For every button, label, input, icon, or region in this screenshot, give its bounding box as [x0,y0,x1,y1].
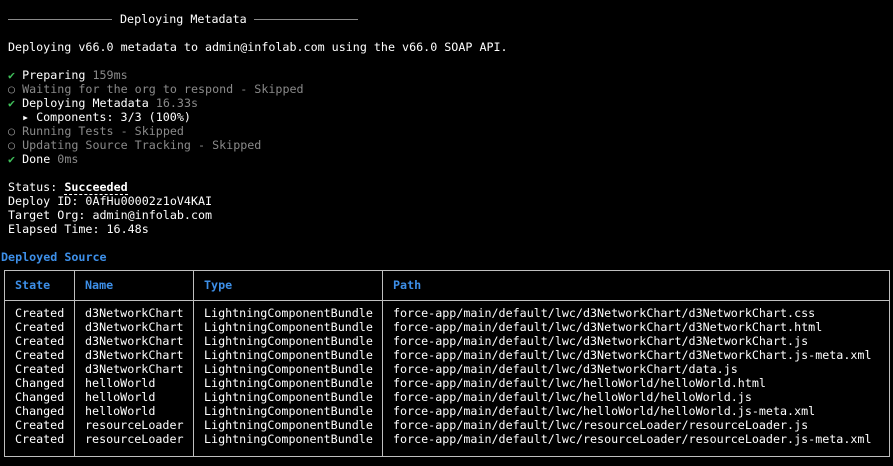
section-title: Deployed Source [1,250,107,264]
header-title: Deploying Metadata [120,12,247,26]
triangle-right-icon: ▸ [22,110,30,124]
column-header-type: Type [204,278,233,292]
header-divider [4,300,890,301]
cell-path: force-app/main/default/lwc/helloWorld/he… [393,390,752,404]
cell-name: d3NetworkChart [85,348,184,362]
circle-icon: ○ [8,124,16,138]
stage-line: ○ Running Tests - Skipped [8,124,184,138]
cell-state: Changed [15,390,65,404]
cell-name: d3NetworkChart [85,334,184,348]
target-org: Target Org: admin@infolab.com [8,208,213,222]
check-icon: ✔ [8,68,16,82]
stage-label: Updating Source Tracking - Skipped [22,138,262,152]
deploy-id: Deploy ID: 0AfHu00002z1oV4KAI [8,194,213,208]
circle-icon: ○ [8,138,16,152]
cell-state: Created [15,334,65,348]
cell-path: force-app/main/default/lwc/d3NetworkChar… [393,362,738,376]
cell-name: helloWorld [85,404,156,418]
cell-state: Changed [15,376,65,390]
stage-label: Done [22,152,51,166]
cell-state: Created [15,348,65,362]
status-label: Status: [8,180,58,194]
cell-type: LightningComponentBundle [204,306,373,320]
cell-path: force-app/main/default/lwc/resourceLoade… [393,432,872,446]
cell-type: LightningComponentBundle [204,320,373,334]
cell-state: Created [15,432,65,446]
elapsed-time: Elapsed Time: 16.48s [8,222,149,236]
stage-duration: 0ms [57,152,79,166]
cell-type: LightningComponentBundle [204,432,373,446]
stage-line: ✔ Preparing 159ms [8,68,128,82]
stage-line: ○ Waiting for the org to respond - Skipp… [8,82,304,96]
cell-type: LightningComponentBundle [204,348,373,362]
cell-type: LightningComponentBundle [204,362,373,376]
stage-label: Preparing [22,68,86,82]
stage-label: Waiting for the org to respond - Skipped [22,82,304,96]
stage-label: Running Tests - Skipped [22,124,184,138]
stage-line: ✔ Done 0ms [8,152,78,166]
cell-path: force-app/main/default/lwc/helloWorld/he… [393,404,816,418]
column-header-state: State [15,278,51,292]
cell-state: Created [15,306,65,320]
cell-name: d3NetworkChart [85,320,184,334]
stage-label: Components: 3/3 (100%) [36,110,191,124]
cell-path: force-app/main/default/lwc/d3NetworkChar… [393,334,809,348]
cell-name: resourceLoader [85,418,184,432]
stage-line: ✔ Deploying Metadata 16.33s [8,96,198,110]
cell-state: Created [15,362,65,376]
cell-path: force-app/main/default/lwc/d3NetworkChar… [393,306,816,320]
stage-label: Deploying Metadata [22,96,149,110]
cell-name: d3NetworkChart [85,306,184,320]
check-icon: ✔ [8,96,16,110]
header-rule-left [8,19,112,20]
cell-path: force-app/main/default/lwc/d3NetworkChar… [393,320,823,334]
cell-path: force-app/main/default/lwc/helloWorld/he… [393,376,766,390]
cell-name: d3NetworkChart [85,362,184,376]
check-icon: ✔ [8,152,16,166]
cell-type: LightningComponentBundle [204,390,373,404]
header-rule-right [254,19,358,20]
stage-line: ○ Updating Source Tracking - Skipped [8,138,261,152]
status-line: Status: Succeeded [8,180,128,195]
cell-path: force-app/main/default/lwc/d3NetworkChar… [393,348,872,362]
cell-state: Changed [15,404,65,418]
column-divider [193,270,194,457]
stage-duration: 159ms [92,68,128,82]
cell-type: LightningComponentBundle [204,418,373,432]
cell-type: LightningComponentBundle [204,334,373,348]
stage-line: ▸ Components: 3/3 (100%) [22,110,191,124]
cell-name: resourceLoader [85,432,184,446]
cell-state: Created [15,418,65,432]
cell-type: LightningComponentBundle [204,376,373,390]
status-value: Succeeded [64,180,128,195]
stage-duration: 16.33s [155,96,199,110]
cell-path: force-app/main/default/lwc/resourceLoade… [393,418,809,432]
column-divider [74,270,75,457]
cell-name: helloWorld [85,376,156,390]
deploy-intro: Deploying v66.0 metadata to admin@infola… [8,40,508,54]
column-header-name: Name [85,278,114,292]
circle-icon: ○ [8,82,16,96]
cell-name: helloWorld [85,390,156,404]
column-divider [382,270,383,457]
cell-type: LightningComponentBundle [204,404,373,418]
cell-state: Created [15,320,65,334]
column-header-path: Path [393,278,422,292]
